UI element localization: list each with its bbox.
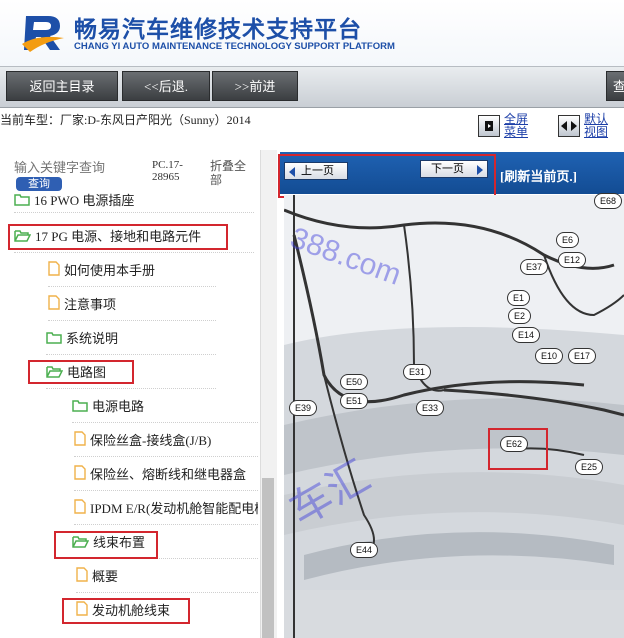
file-icon <box>74 495 86 524</box>
connector-label: E68 <box>594 193 623 209</box>
tree-item-label: 系统说明 <box>66 331 119 346</box>
folder-icon <box>14 191 30 212</box>
site-subtitle: CHANG YI AUTO MAINTENANCE TECHNOLOGY SUP… <box>74 41 395 52</box>
connector-label: E10 <box>535 348 564 364</box>
connector-label: E1 <box>507 290 531 306</box>
highlight-box <box>8 224 228 250</box>
connector-label: E14 <box>512 327 541 343</box>
tree-item-label: 如何使用本手册 <box>64 263 156 278</box>
tree-item-label: 概要 <box>92 569 119 584</box>
tree-item-label: 注意事项 <box>64 297 117 312</box>
tree-item-fuse-jb[interactable]: 保险丝盒-接线盒(J/B) <box>74 426 258 457</box>
tree-item-label: IPDM E/R(发动机舱智能配电模块) <box>90 501 258 516</box>
file-icon <box>48 257 60 286</box>
highlight-box <box>278 154 496 198</box>
scrollbar-thumb[interactable] <box>262 478 274 638</box>
connector-label: E31 <box>403 364 432 380</box>
search-button[interactable]: 查询 <box>16 177 62 191</box>
connector-label: E44 <box>350 542 379 558</box>
connector-label: E39 <box>289 400 318 416</box>
query-button[interactable]: 查 <box>606 71 624 101</box>
tree-item-system[interactable]: 系统说明 <box>46 324 216 355</box>
tree-item-label: 保险丝盒-接线盒(J/B) <box>90 433 212 448</box>
folder-icon <box>72 393 88 422</box>
tree-item-label: 保险丝、熔断线和继电器盒 <box>90 467 247 482</box>
pc-code-label: PC.17-28965 <box>152 159 183 183</box>
folder-icon <box>46 325 62 354</box>
tree-item-fuse-relay[interactable]: 保险丝、熔断线和继电器盒 <box>74 460 258 491</box>
connector-label: E33 <box>416 400 445 416</box>
logo-icon <box>22 16 64 52</box>
tree-item-power[interactable]: 电源电路 <box>72 392 258 423</box>
tree-item-ipdm[interactable]: IPDM E/R(发动机舱智能配电模块) <box>74 494 258 525</box>
split-view-icon <box>558 115 580 137</box>
home-button[interactable]: 返回主目录 <box>6 71 118 101</box>
forward-button[interactable]: >>前进 <box>212 71 298 101</box>
file-icon <box>76 563 88 592</box>
connector-label: E12 <box>558 252 587 268</box>
refresh-page-link[interactable]: [刷新当前页.] <box>500 166 577 185</box>
current-model-label: 当前车型：厂家:D-东风日产阳光（Sunny）2014 <box>0 113 251 127</box>
connector-label: E6 <box>556 232 580 248</box>
tree-item-notes[interactable]: 注意事项 <box>48 290 216 321</box>
highlight-box <box>28 360 134 384</box>
connector-label: E50 <box>340 374 369 390</box>
full-menu-label[interactable]: 全屏菜单 <box>504 113 532 139</box>
tree-item-manual[interactable]: 如何使用本手册 <box>48 256 216 287</box>
tree-item-pwo[interactable]: 16 PWO 电源插座 <box>14 190 254 213</box>
nav-bar: 返回主目录 <<后退. >>前进 查 <box>0 66 624 108</box>
tree-item-label: 电源电路 <box>92 399 145 414</box>
back-button[interactable]: <<后退. <box>122 71 210 101</box>
search-input[interactable] <box>14 160 144 176</box>
connector-label: E2 <box>508 308 532 324</box>
file-icon <box>48 291 60 320</box>
site-title: 畅易汽车维修技术支持平台 <box>74 17 362 43</box>
file-icon <box>74 461 86 490</box>
collapse-all-button[interactable]: 折叠全部 <box>210 159 250 187</box>
connector-label: E17 <box>568 348 597 364</box>
fullscreen-icon <box>478 115 500 137</box>
highlight-box <box>488 428 548 470</box>
tree-item-label: 16 PWO 电源插座 <box>34 193 135 208</box>
connector-label: E25 <box>575 459 604 475</box>
connector-label: E51 <box>340 393 369 409</box>
connector-label: E37 <box>520 259 549 275</box>
file-icon <box>74 427 86 456</box>
highlight-box <box>54 531 158 559</box>
tree-item-overview[interactable]: 概要 <box>76 562 258 593</box>
default-view-label[interactable]: 默认视图 <box>584 113 612 139</box>
highlight-box <box>62 598 190 624</box>
